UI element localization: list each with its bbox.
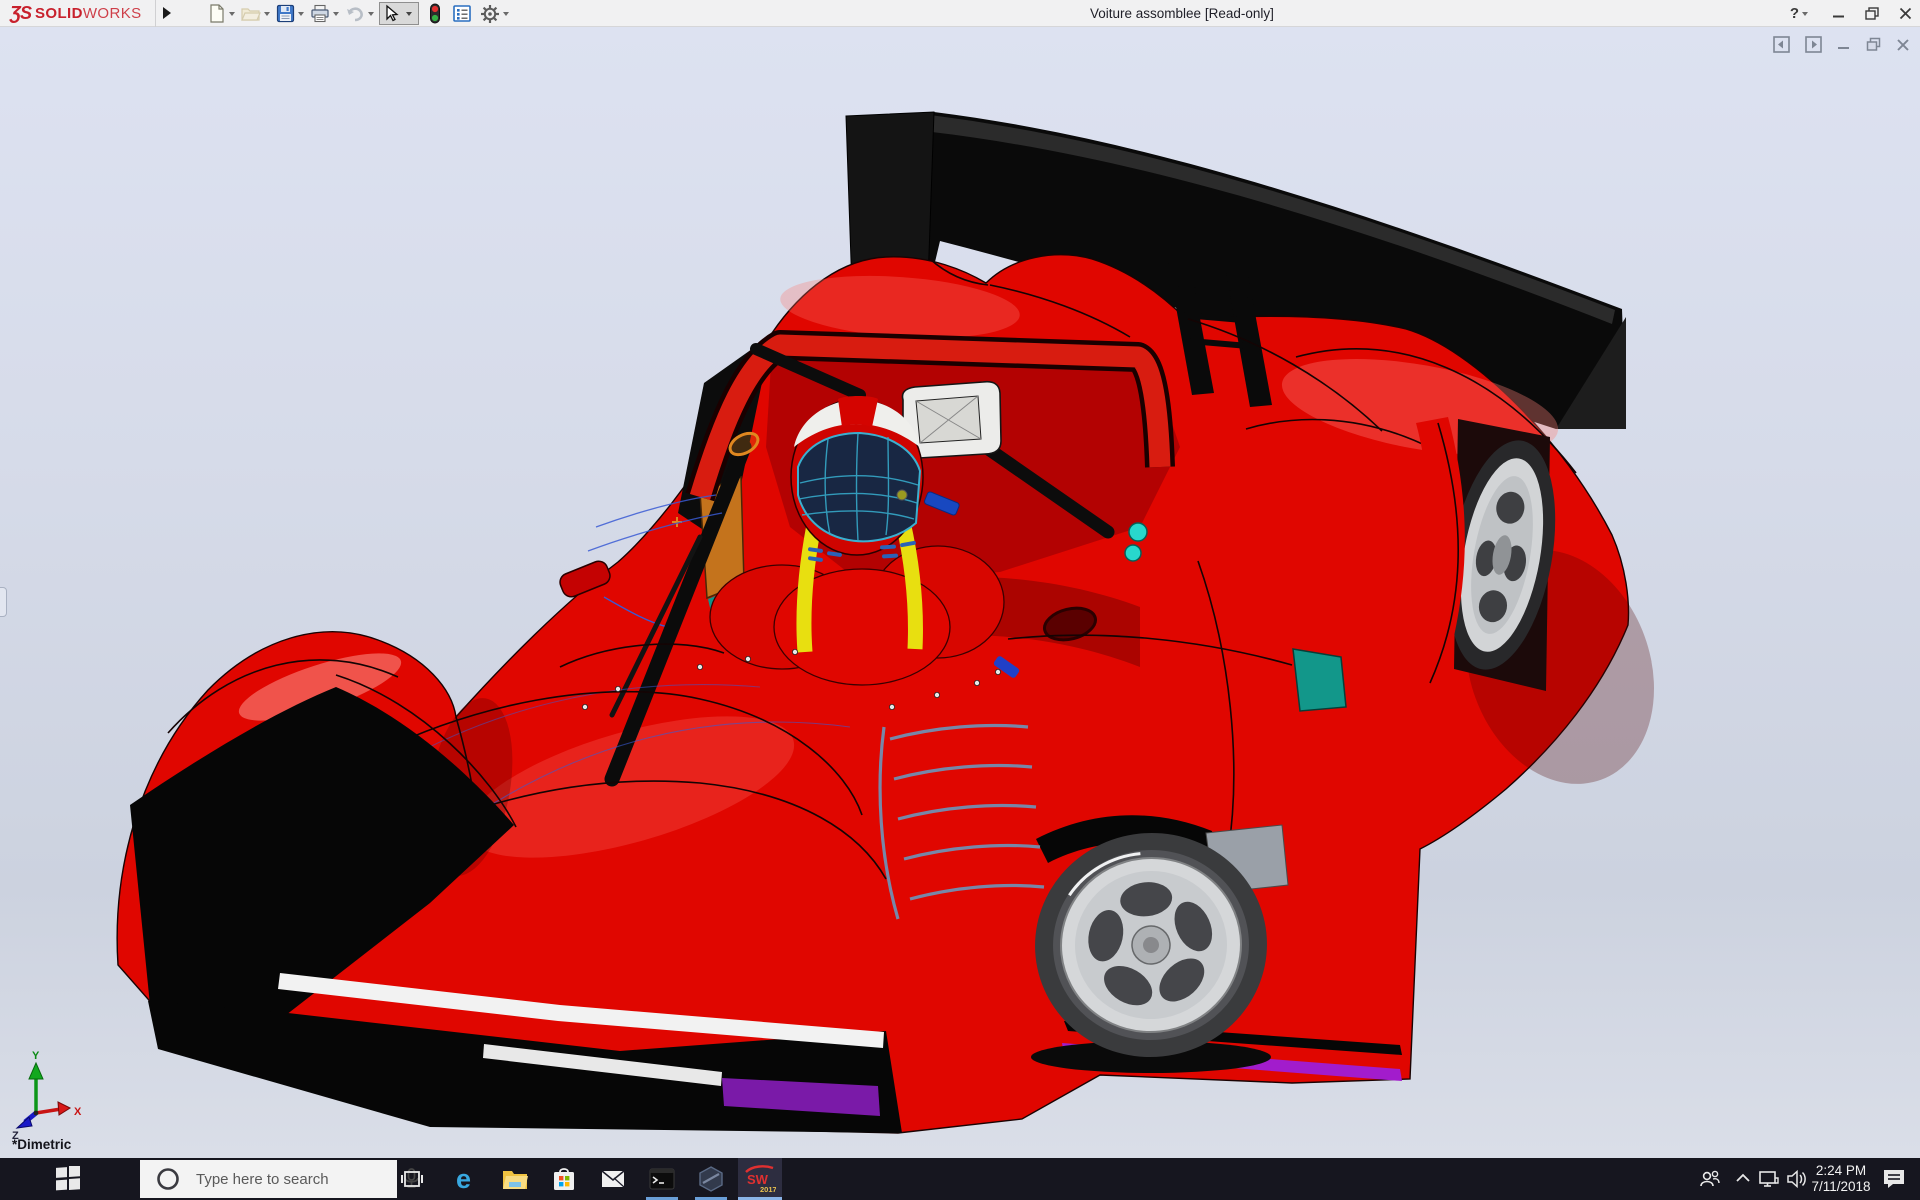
door-window-teal <box>1293 649 1346 711</box>
svg-text:2017: 2017 <box>760 1185 776 1194</box>
taskbar-search[interactable] <box>140 1160 397 1198</box>
taskbar-app-solidworks[interactable]: SW 2017 <box>738 1158 782 1200</box>
save-icon <box>276 4 295 23</box>
solidworks-2017-icon: SW 2017 <box>744 1164 776 1194</box>
action-center-button[interactable] <box>1878 1158 1910 1200</box>
teal-port <box>1125 545 1141 561</box>
ds-logo-icon: ƷS <box>10 3 31 24</box>
print-button[interactable] <box>309 0 344 27</box>
start-button[interactable] <box>40 1158 96 1200</box>
file-properties-button[interactable] <box>451 0 473 27</box>
svg-text:e: e <box>456 1164 471 1194</box>
people-icon <box>1698 1167 1722 1191</box>
taskbar-app-store[interactable] <box>542 1158 586 1200</box>
view-orientation-label: *Dimetric <box>12 1137 71 1152</box>
document-title: Voiture assomblee [Read-only] <box>1090 0 1274 27</box>
doc-minimize-icon[interactable] <box>1837 37 1851 52</box>
help-button[interactable]: ? <box>1790 5 1812 22</box>
select-tool-button[interactable] <box>379 2 419 25</box>
dropdown-caret-icon[interactable] <box>503 12 509 16</box>
hexagon-app-icon <box>697 1165 725 1193</box>
brand-solid: SOLID <box>35 5 83 22</box>
cortana-icon <box>140 1166 186 1192</box>
taskbar-app-hexagon[interactable] <box>689 1158 733 1200</box>
solidworks-logo: ƷS SOLIDWORKS <box>10 0 142 27</box>
taskbar-clock[interactable]: 2:24 PM 7/11/2018 <box>1806 1158 1876 1200</box>
file-explorer-icon <box>501 1165 529 1193</box>
search-input[interactable] <box>186 1171 395 1188</box>
people-tray-button[interactable] <box>1694 1158 1726 1200</box>
new-document-icon <box>207 4 226 23</box>
save-button[interactable] <box>275 0 309 27</box>
action-center-icon <box>1881 1166 1907 1192</box>
dropdown-caret-icon[interactable] <box>406 12 412 16</box>
dropdown-caret-icon[interactable] <box>298 12 304 16</box>
windows-taskbar: e <box>0 1158 1920 1200</box>
menu-expand-arrow-icon[interactable] <box>163 7 171 19</box>
clock-time: 2:24 PM <box>1816 1163 1866 1179</box>
model-render-race-car[interactable] <box>0 27 1920 1158</box>
dropdown-caret-icon[interactable] <box>1802 12 1808 16</box>
solidworks-window: ƷS SOLIDWORKS <box>0 0 1920 1200</box>
dropdown-caret-icon[interactable] <box>333 12 339 16</box>
quick-access-toolbar <box>206 0 514 27</box>
teal-port <box>1129 523 1147 541</box>
taskbar-app-edge[interactable]: e <box>444 1158 488 1200</box>
undo-icon <box>345 4 365 23</box>
feature-panel-handle[interactable] <box>0 587 7 617</box>
edge-icon: e <box>451 1164 481 1194</box>
triad-x-label: X <box>74 1106 82 1118</box>
graphics-area[interactable]: Y X Z *Dimetric <box>0 27 1920 1158</box>
orientation-triad: Y X Z <box>6 1049 96 1141</box>
chevron-up-icon <box>1735 1171 1751 1187</box>
traffic-light-icon <box>428 3 442 24</box>
undo-button[interactable] <box>344 0 379 27</box>
network-icon <box>1757 1167 1781 1191</box>
taskbar-app-mail[interactable] <box>591 1158 635 1200</box>
open-folder-icon <box>241 4 261 23</box>
mail-icon <box>599 1165 627 1193</box>
titlebar: ƷS SOLIDWORKS <box>0 0 1920 27</box>
taskbar-app-file-explorer[interactable] <box>493 1158 537 1200</box>
taskbar-app-command-prompt[interactable] <box>640 1158 684 1200</box>
rebuild-button[interactable] <box>427 0 443 27</box>
open-button[interactable] <box>240 0 275 27</box>
helmet-visor <box>798 433 920 541</box>
network-tray-button[interactable] <box>1754 1158 1784 1200</box>
dropdown-caret-icon[interactable] <box>368 12 374 16</box>
hidden-icons-button[interactable] <box>1730 1158 1756 1200</box>
clock-date: 7/11/2018 <box>1811 1179 1870 1195</box>
doc-close-icon[interactable] <box>1896 38 1910 52</box>
microsoft-store-icon <box>550 1165 578 1193</box>
select-cursor-icon <box>382 4 401 23</box>
command-prompt-icon <box>648 1165 676 1193</box>
dropdown-caret-icon[interactable] <box>229 12 235 16</box>
dropdown-caret-icon[interactable] <box>264 12 270 16</box>
pane-left-icon[interactable] <box>1773 36 1790 53</box>
task-view-icon <box>400 1167 424 1191</box>
divider <box>155 0 156 27</box>
pane-right-icon[interactable] <box>1805 36 1822 53</box>
new-document-button[interactable] <box>206 0 240 27</box>
doc-restore-icon[interactable] <box>1866 37 1881 52</box>
brand-works: WORKS <box>83 5 142 22</box>
file-properties-icon <box>452 4 472 23</box>
windows-logo-icon <box>55 1166 81 1192</box>
options-button[interactable] <box>479 0 514 27</box>
minimize-button[interactable] <box>1832 7 1845 20</box>
gear-icon <box>480 4 500 24</box>
close-button[interactable] <box>1899 7 1912 20</box>
window-controls: ? <box>1790 0 1912 27</box>
document-window-controls <box>1773 36 1910 53</box>
triad-y-label: Y <box>32 1050 40 1062</box>
print-icon <box>310 4 330 23</box>
task-view-button[interactable] <box>390 1158 434 1200</box>
restore-button[interactable] <box>1865 7 1879 20</box>
